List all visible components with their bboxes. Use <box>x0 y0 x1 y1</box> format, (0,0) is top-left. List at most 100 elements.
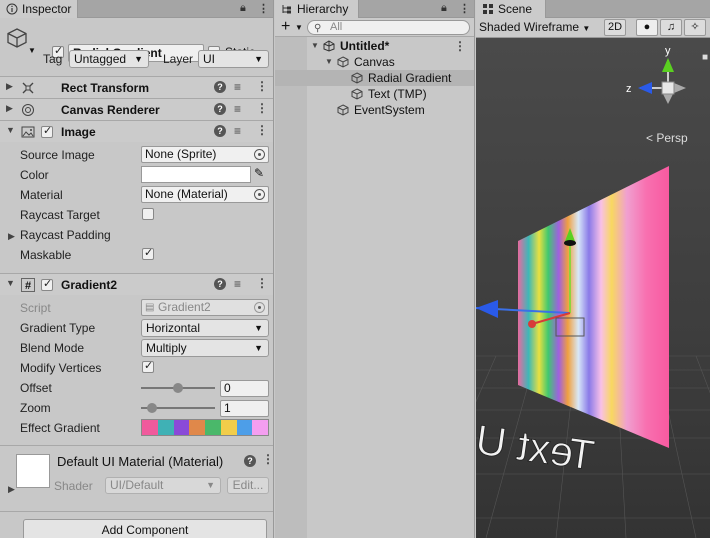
presets-icon[interactable]: ≡ <box>234 102 241 116</box>
help-icon[interactable]: ? <box>214 125 226 137</box>
projection-toggle-label[interactable]: < Persp <box>646 131 688 145</box>
blend-mode-dropdown[interactable]: Multiply ▼ <box>141 339 269 357</box>
effect-gradient-field[interactable] <box>141 419 269 436</box>
zoom-field[interactable]: 1 <box>220 400 269 417</box>
help-icon[interactable]: ? <box>244 455 256 467</box>
scene-tabbar: Scene <box>476 0 710 18</box>
component-menu-icon[interactable]: ⋮ <box>256 101 268 115</box>
component-image[interactable]: ▼ Image ? ≡ ⋮ <box>0 120 273 142</box>
chevron-down-icon[interactable]: ▼ <box>295 23 303 32</box>
gradient-color-key[interactable] <box>173 420 190 435</box>
gradient-color-key[interactable] <box>157 420 174 435</box>
object-picker-icon[interactable] <box>254 189 265 200</box>
raycast-padding-label[interactable]: Raycast Padding <box>20 228 111 242</box>
kebab-menu-icon[interactable]: ⋮ <box>459 2 470 15</box>
offset-slider-handle[interactable] <box>173 383 183 393</box>
offset-slider[interactable] <box>141 383 215 393</box>
gizmo-view-center-icon[interactable] <box>661 81 675 95</box>
create-add-icon[interactable]: + <box>281 18 290 36</box>
component-gradient2[interactable]: ▼ # Gradient2 ? ≡ ⋮ <box>0 273 273 295</box>
zoom-slider-handle[interactable] <box>147 403 157 413</box>
gradient-color-key[interactable] <box>220 420 237 435</box>
hierarchy-item-canvas[interactable]: ▼ Canvas <box>275 54 474 70</box>
lighting-toggle-icon[interactable]: ● <box>636 19 658 36</box>
fold-arrow-icon[interactable]: ▶ <box>8 231 15 242</box>
component-rect-transform[interactable]: ▶ Rect Transform ? ≡ ⋮ <box>0 76 273 98</box>
maskable-checkbox[interactable] <box>142 246 154 260</box>
component-title: Canvas Renderer <box>61 103 160 117</box>
tab-scene[interactable]: Scene <box>476 0 546 18</box>
fold-arrow-icon[interactable]: ▶ <box>6 81 13 92</box>
source-image-value: None (Sprite) <box>145 147 217 161</box>
lock-icon[interactable]: ■ <box>702 52 708 63</box>
fold-arrow-icon[interactable]: ▼ <box>6 278 15 288</box>
gradient-color-key[interactable] <box>189 420 205 435</box>
scene-viewport[interactable]: Text UI y z < Persp ■ <box>476 38 710 538</box>
component-enabled-checkbox[interactable] <box>41 124 53 138</box>
fold-arrow-icon[interactable]: ▶ <box>6 103 13 114</box>
fold-arrow-icon[interactable]: ▶ <box>8 484 15 495</box>
tag-value: Untagged <box>74 52 127 66</box>
scene-menu-icon[interactable]: ⋮ <box>454 38 466 54</box>
hierarchy-search-input[interactable]: ⚲ All <box>307 20 470 35</box>
gradient-color-key[interactable] <box>142 420 158 435</box>
eyedropper-icon[interactable]: ✎ <box>254 166 264 180</box>
component-enabled-checkbox[interactable] <box>41 277 53 291</box>
hierarchy-item-scene[interactable]: ▼ Untitled* ⋮ <box>275 38 474 54</box>
component-canvas-renderer[interactable]: ▶ Canvas Renderer ? ≡ ⋮ <box>0 98 273 120</box>
presets-icon[interactable]: ≡ <box>234 124 241 138</box>
audio-toggle-icon[interactable]: ♫ <box>660 19 682 36</box>
color-field[interactable] <box>141 166 251 183</box>
material-menu-icon[interactable]: ⋮ <box>262 452 273 466</box>
fold-arrow-icon[interactable]: ▼ <box>311 38 319 54</box>
gizmo-z-handle-icon[interactable] <box>528 320 536 328</box>
tag-dropdown[interactable]: Untagged ▼ <box>69 50 149 68</box>
material-label: Material <box>20 188 63 202</box>
help-icon[interactable]: ? <box>214 81 226 93</box>
hierarchy-item-radial-gradient[interactable]: Radial Gradient <box>275 70 474 86</box>
zoom-slider[interactable] <box>141 403 215 413</box>
add-component-button[interactable]: Add Component <box>23 519 267 538</box>
object-picker-icon[interactable] <box>254 149 265 160</box>
tab-hierarchy[interactable]: Hierarchy <box>275 0 359 18</box>
hierarchy-item-text-tmp[interactable]: Text (TMP) <box>275 86 474 102</box>
material-thumbnail[interactable] <box>16 454 50 488</box>
material-field[interactable]: None (Material) <box>141 186 269 203</box>
gameobject-cube-icon <box>351 88 363 100</box>
script-label: Script <box>20 301 51 315</box>
effects-toggle-icon[interactable]: ✧ <box>684 19 706 36</box>
scene-toolbar: Shaded Wireframe ▼ 2D ● ♫ ✧ <box>476 18 710 38</box>
source-image-field[interactable]: None (Sprite) <box>141 146 269 163</box>
offset-field[interactable]: 0 <box>220 380 269 397</box>
toggle-2d-button[interactable]: 2D <box>604 19 626 36</box>
hierarchy-item-eventsystem[interactable]: EventSystem <box>275 102 474 118</box>
component-menu-icon[interactable]: ⋮ <box>256 79 268 93</box>
tag-label: Tag <box>43 52 63 66</box>
chevron-down-icon: ▼ <box>254 343 263 353</box>
help-icon[interactable]: ? <box>214 278 226 290</box>
gradient-color-key[interactable] <box>205 420 221 435</box>
component-menu-icon[interactable]: ⋮ <box>256 123 268 137</box>
lock-icon[interactable]: 🔒︎ <box>240 2 246 15</box>
presets-icon[interactable]: ≡ <box>234 80 241 94</box>
component-menu-icon[interactable]: ⋮ <box>256 276 268 290</box>
gradient-type-dropdown[interactable]: Horizontal ▼ <box>141 319 269 337</box>
fold-arrow-icon[interactable]: ▼ <box>6 125 15 135</box>
modify-vertices-checkbox[interactable] <box>142 359 154 373</box>
lock-icon[interactable]: 🔒︎ <box>441 2 447 15</box>
help-icon[interactable]: ? <box>214 103 226 115</box>
chevron-down-icon: ▼ <box>134 54 143 64</box>
draw-mode-dropdown[interactable]: Shaded Wireframe ▼ <box>479 19 590 36</box>
gradient-color-key[interactable] <box>252 420 268 435</box>
icon-picker-arrow-icon[interactable]: ▼ <box>28 46 36 55</box>
source-image-label: Source Image <box>20 148 95 162</box>
gradient-color-key[interactable] <box>236 420 253 435</box>
kebab-menu-icon[interactable]: ⋮ <box>258 2 269 15</box>
info-icon <box>6 3 18 15</box>
tab-inspector[interactable]: Inspector <box>0 0 78 18</box>
gameobject-cube-icon[interactable] <box>6 27 28 49</box>
fold-arrow-icon[interactable]: ▼ <box>325 54 333 70</box>
presets-icon[interactable]: ≡ <box>234 277 241 291</box>
layer-dropdown[interactable]: UI ▼ <box>198 50 269 68</box>
raycast-target-checkbox[interactable] <box>142 208 154 220</box>
